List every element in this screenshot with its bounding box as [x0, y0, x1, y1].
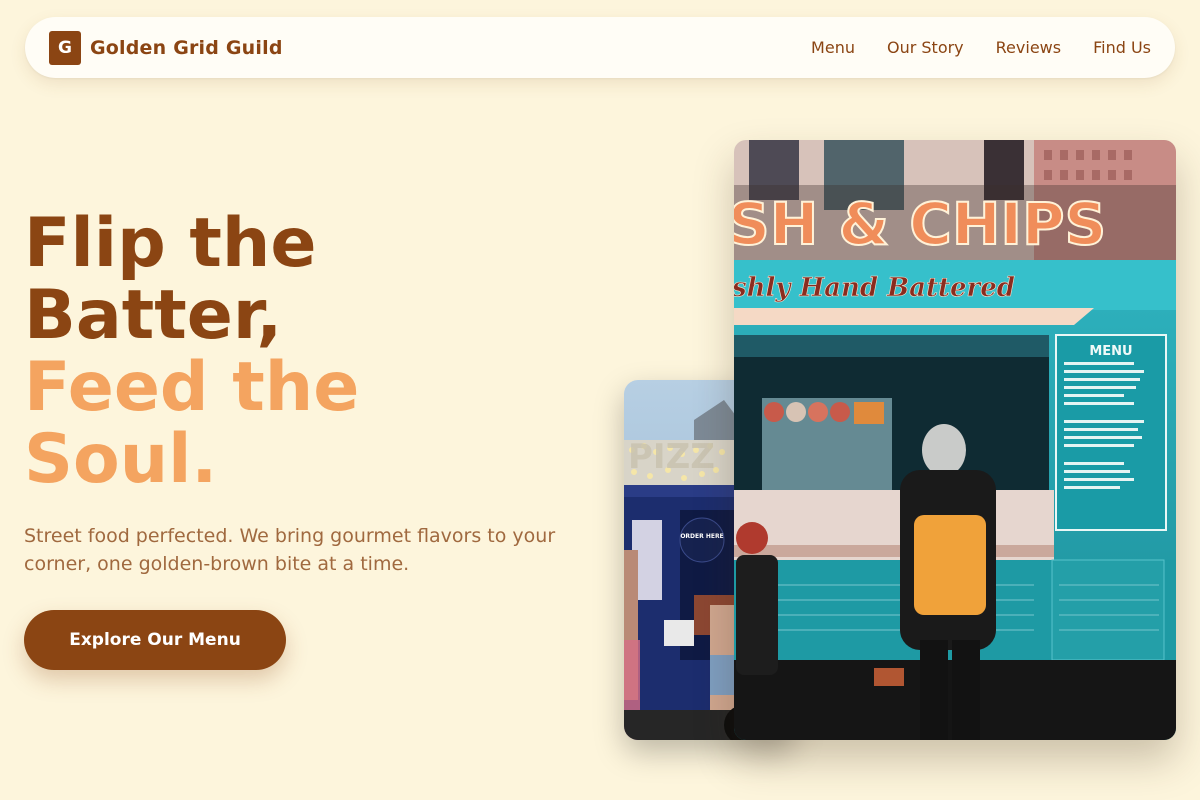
hero-subtitle: Street food perfected. We bring gourmet …: [24, 525, 556, 575]
nav-link-our-story[interactable]: Our Story: [887, 38, 964, 57]
brand-logo[interactable]: G Golden Grid Guild: [49, 30, 283, 65]
explore-menu-button[interactable]: Explore Our Menu: [24, 610, 286, 670]
pizza-sign-text: PIZZ: [628, 437, 715, 477]
brand-badge: G: [49, 30, 81, 65]
hero-title-line-2: Batter,: [24, 276, 283, 355]
hero-title: Flip the Batter, Feed the Soul.: [24, 208, 584, 496]
fish-chips-truck-photo: SH & CHIPS shly Hand Battered MENU: [734, 140, 1176, 740]
brand-name: Golden Grid Guild: [90, 36, 283, 59]
nav-link-menu[interactable]: Menu: [811, 38, 855, 57]
nav-link-find-us[interactable]: Find Us: [1093, 38, 1151, 57]
hero-title-line-3: Feed the: [24, 348, 360, 427]
nav-links: Menu Our Story Reviews Find Us: [811, 38, 1151, 57]
hero-title-line-4: Soul.: [24, 420, 218, 499]
hand-battered-text: shly Hand Battered: [734, 273, 1015, 303]
nav-link-reviews[interactable]: Reviews: [996, 38, 1061, 57]
menu-board-title: MENU: [1089, 344, 1132, 359]
top-nav: G Golden Grid Guild Menu Our Story Revie…: [25, 17, 1175, 78]
order-here-text: ORDER HERE: [680, 533, 723, 540]
fish-chips-sign-text: SH & CHIPS: [734, 190, 1106, 258]
hero-title-line-1: Flip the: [24, 204, 317, 283]
